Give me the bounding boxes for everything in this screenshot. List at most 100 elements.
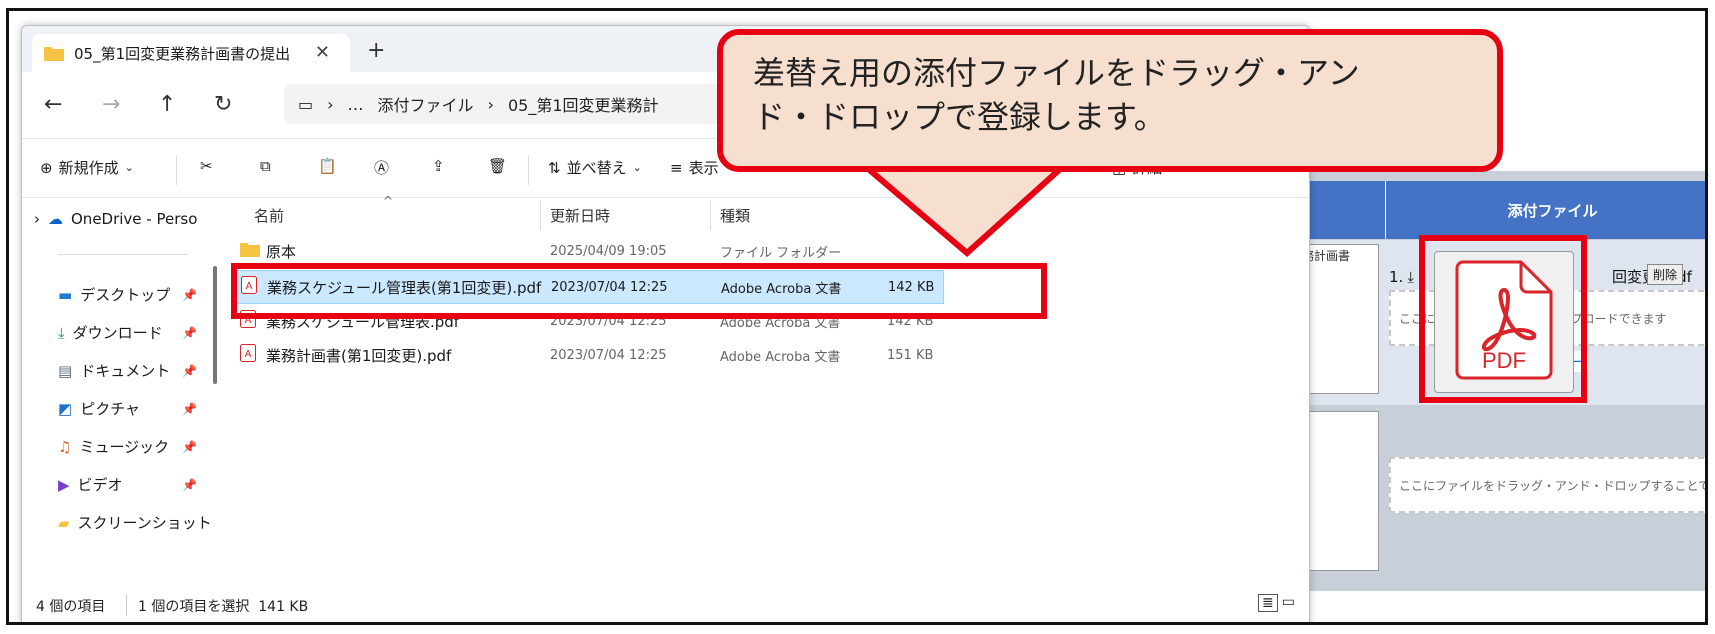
column-header-type[interactable]: 種類 xyxy=(720,198,750,232)
sidebar-item-screenshots[interactable]: ▰ スクリーンショット xyxy=(58,512,212,533)
document-icon: ▤ xyxy=(58,361,73,380)
file-name: 業務計画書(第1回変更).pdf xyxy=(266,346,452,365)
new-tab-button[interactable]: + xyxy=(367,38,385,63)
file-type: ファイル フォルダー xyxy=(720,245,842,261)
web-textarea-2[interactable] xyxy=(1299,411,1379,571)
tiles-view-icon[interactable]: ▭ xyxy=(1282,594,1295,612)
divider xyxy=(176,155,177,185)
sidebar-item-music[interactable]: ♫ ミュージック xyxy=(58,436,169,457)
sort-label: 並べ替え xyxy=(566,159,627,177)
share-icon[interactable]: ⇪ xyxy=(432,157,445,175)
pin-icon[interactable]: 📌 xyxy=(182,402,197,416)
sort-icon: ⇅ xyxy=(548,158,561,177)
sidebar-item-pictures[interactable]: ◩ ピクチャ xyxy=(58,398,140,419)
file-size: 151 KB xyxy=(887,347,934,363)
sidebar-item-label: ピクチャ xyxy=(80,400,141,418)
chevron-right-icon: › xyxy=(487,94,494,114)
view-button[interactable]: ≡ 表示 xyxy=(670,157,719,178)
folder-icon xyxy=(44,47,64,61)
instruction-callout: 差替え用の添付ファイルをドラッグ・アン ド・ドロップで登録します。 xyxy=(717,29,1503,172)
highlight-selected-file xyxy=(231,263,1047,319)
view-label: 表示 xyxy=(688,159,719,177)
delete-icon[interactable]: 🗑 xyxy=(488,157,507,175)
dragged-file-card[interactable]: PDF xyxy=(1434,251,1574,393)
new-button[interactable]: ⊕ 新規作成 ⌄ xyxy=(40,157,134,178)
column-divider[interactable] xyxy=(540,200,541,230)
forward-arrow-icon[interactable]: → xyxy=(102,92,120,117)
video-icon: ▶ xyxy=(58,475,70,494)
breadcrumb-folder[interactable]: 05_第1回変更業務計 xyxy=(508,92,659,116)
screenshot-frame: 添付ファイル 務計画書 。 1. ⤓ 回変更).pdf 削除 ここにファイ する… xyxy=(6,8,1708,625)
callout-joint xyxy=(861,160,1069,166)
svg-text:A: A xyxy=(245,349,252,360)
sidebar-item-documents[interactable]: ▤ ドキュメント xyxy=(58,360,170,381)
sidebar-item-label: ダウンロード xyxy=(72,324,163,342)
pin-icon[interactable]: 📌 xyxy=(182,326,197,340)
sidebar-item-label: OneDrive - Perso xyxy=(71,210,198,228)
file-list: 名前 ^ 更新日時 種類 原本 2025/04/09 19:05 ファイル フォ… xyxy=(218,194,1308,583)
cloud-icon: ☁ xyxy=(48,210,63,228)
details-view-icon[interactable]: ≣ xyxy=(1258,594,1278,612)
sidebar-item-onedrive[interactable]: › ☁ OneDrive - Perso xyxy=(34,210,197,228)
tab-title: 05_第1回変更業務計画書の提出 xyxy=(74,44,291,63)
chevron-right-icon: › xyxy=(34,210,40,228)
callout-line-2: ド・ドロップで登録します。 xyxy=(753,98,1166,136)
up-arrow-icon[interactable]: ↑ xyxy=(158,92,176,117)
plus-circle-icon: ⊕ xyxy=(40,158,53,177)
file-date: 2025/04/09 19:05 xyxy=(550,243,667,259)
pin-icon[interactable]: 📌 xyxy=(182,288,197,302)
close-icon[interactable]: ✕ xyxy=(315,42,330,63)
sort-button[interactable]: ⇅ 並べ替え ⌄ xyxy=(548,157,642,178)
refresh-icon[interactable]: ↻ xyxy=(214,92,232,117)
chevron-right-icon: › xyxy=(327,94,334,114)
web-table-header-attach: 添付ファイル xyxy=(1386,181,1705,239)
dropzone-2[interactable]: ここにファイルをドラッグ・アンド・ドロップすることでアップロードできます xyxy=(1389,457,1705,513)
sidebar-item-desktop[interactable]: ▬ デスクトップ xyxy=(58,284,170,305)
delete-button[interactable]: 削除 xyxy=(1647,264,1684,285)
view-icon: ≡ xyxy=(670,158,683,177)
tab-current-folder[interactable]: 05_第1回変更業務計画書の提出 ✕ xyxy=(32,34,350,72)
callout-line-1: 差替え用の添付ファイルをドラッグ・アン xyxy=(753,54,1360,92)
breadcrumb-attach[interactable]: 添付ファイル xyxy=(378,92,474,116)
web-textarea-1[interactable]: 務計画書 。 xyxy=(1299,244,1379,394)
desktop-icon: ▬ xyxy=(58,285,73,304)
breadcrumb-more[interactable]: … xyxy=(348,95,364,114)
pin-icon[interactable]: 📌 xyxy=(182,478,197,492)
copy-icon[interactable]: ⧉ xyxy=(260,157,271,175)
file-index: 1. xyxy=(1389,267,1404,286)
back-arrow-icon[interactable]: ← xyxy=(44,92,62,117)
column-divider[interactable] xyxy=(710,200,711,230)
new-label: 新規作成 xyxy=(58,159,119,177)
item-count: 4 個の項目 xyxy=(36,599,106,615)
divider xyxy=(126,594,127,616)
sidebar-item-downloads[interactable]: ⤓ ダウンロード xyxy=(58,322,163,343)
callout-pointer xyxy=(854,161,1074,257)
sort-caret-icon: ^ xyxy=(383,194,394,208)
file-type: Adobe Acroba 文書 xyxy=(720,349,841,365)
rename-icon[interactable]: Ⓐ xyxy=(374,157,389,178)
download-icon: ⤓ xyxy=(58,323,65,342)
selection-info: 1 個の項目を選択 141 KB xyxy=(138,599,309,615)
sidebar-scrollbar[interactable] xyxy=(213,266,217,384)
table-row[interactable]: A 業務計画書(第1回変更).pdf 2023/07/04 12:25 Adob… xyxy=(232,338,944,372)
column-header-date[interactable]: 更新日時 xyxy=(550,198,610,232)
cut-icon[interactable]: ✂ xyxy=(200,157,213,175)
computer-icon: ▭ xyxy=(298,94,314,114)
download-icon[interactable]: ⤓ xyxy=(1407,268,1414,286)
pdf-file-icon: A xyxy=(240,344,256,366)
file-name: 原本 xyxy=(266,242,297,261)
sidebar-item-label: スクリーンショット xyxy=(77,514,212,532)
paste-icon[interactable]: 📋 xyxy=(318,157,337,175)
status-bar: 4 個の項目 1 個の項目を選択 141 KB ≣ ▭ xyxy=(22,586,1309,622)
sidebar-item-label: デスクトップ xyxy=(80,286,171,304)
pdf-icon-label: PDF xyxy=(1482,348,1526,373)
pin-icon[interactable]: 📌 xyxy=(182,364,197,378)
sidebar-item-label: ビデオ xyxy=(77,476,123,494)
web-table-row-2: ここにファイルをドラッグ・アンド・ドロップすることでアップロードできます xyxy=(1299,407,1705,577)
pin-icon[interactable]: 📌 xyxy=(182,440,197,454)
pdf-icon: PDF xyxy=(1455,260,1553,380)
music-icon: ♫ xyxy=(58,437,72,456)
sidebar-item-videos[interactable]: ▶ ビデオ xyxy=(58,474,123,495)
column-header-name[interactable]: 名前 xyxy=(254,198,284,232)
web-table-header-left xyxy=(1299,181,1386,239)
